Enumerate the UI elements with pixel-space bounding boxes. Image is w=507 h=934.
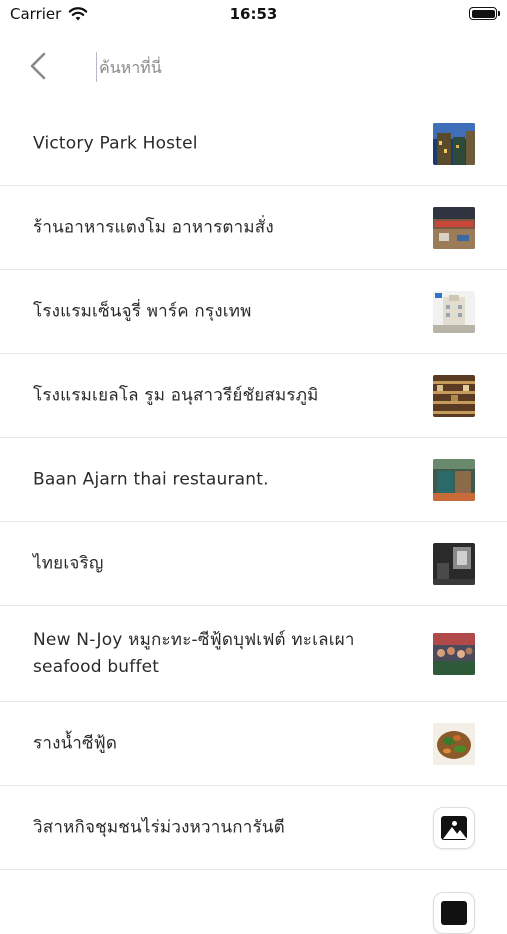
place-thumbnail [433,542,475,585]
place-thumbnail [433,290,475,333]
place-name: New N-Joy หมูกะทะ-ซีฟู้ดบุฟเฟต์ ทะเลเผา … [33,629,355,677]
place-thumbnail [433,206,475,249]
place-name: วิสาหกิจชุมชนไร่ม่วงหวานการันตี [33,817,285,837]
place-thumbnail [433,374,475,417]
image-placeholder-icon [433,892,475,934]
place-name: ร้านอาหารแตงโม อาหารตามสั่ง [33,217,274,237]
list-item[interactable]: New N-Joy หมูกะทะ-ซีฟู้ดบุฟเฟต์ ทะเลเผา … [0,606,507,702]
place-name: รางน้ำซีฟู้ด [33,733,118,753]
chevron-left-icon [30,52,46,80]
list-item[interactable]: Baan Ajarn thai restaurant. [0,438,507,522]
image-placeholder-icon [433,806,475,849]
place-name: Baan Ajarn thai restaurant. [33,469,269,489]
place-thumbnail [433,722,475,765]
place-name: Victory Park Hostel [33,133,198,153]
back-button[interactable] [22,48,54,84]
place-name: โรงแรมเยลโล รูม อนุสาวรีย์ชัยสมรภูมิ [33,385,319,405]
place-thumbnail [433,122,475,165]
list-item[interactable]: ไทยเจริญ [0,522,507,606]
place-name: ไทยเจริญ [33,553,104,573]
search-input[interactable] [96,52,481,82]
place-thumbnail [433,632,475,675]
list-item[interactable]: โรงแรมเซ็นจูรี่ พาร์ค กรุงเทพ [0,270,507,354]
result-list: Victory Park Hostel ร้านอาหารแตงโม อาหาร… [0,102,507,934]
list-item[interactable]: วิสาหกิจชุมชนไร่ม่วงหวานการันตี [0,786,507,870]
list-item[interactable]: รางน้ำซีฟู้ด [0,702,507,786]
search-header [0,34,507,100]
list-item[interactable] [0,870,507,934]
list-item[interactable]: Victory Park Hostel [0,102,507,186]
place-thumbnail [433,458,475,501]
list-item[interactable]: ร้านอาหารแตงโม อาหารตามสั่ง [0,186,507,270]
list-item[interactable]: โรงแรมเยลโล รูม อนุสาวรีย์ชัยสมรภูมิ [0,354,507,438]
battery-icon [469,7,500,20]
clock: 16:53 [229,5,278,23]
status-bar: Carrier 16:53 [0,0,507,30]
place-name: โรงแรมเซ็นจูรี่ พาร์ค กรุงเทพ [33,301,252,321]
